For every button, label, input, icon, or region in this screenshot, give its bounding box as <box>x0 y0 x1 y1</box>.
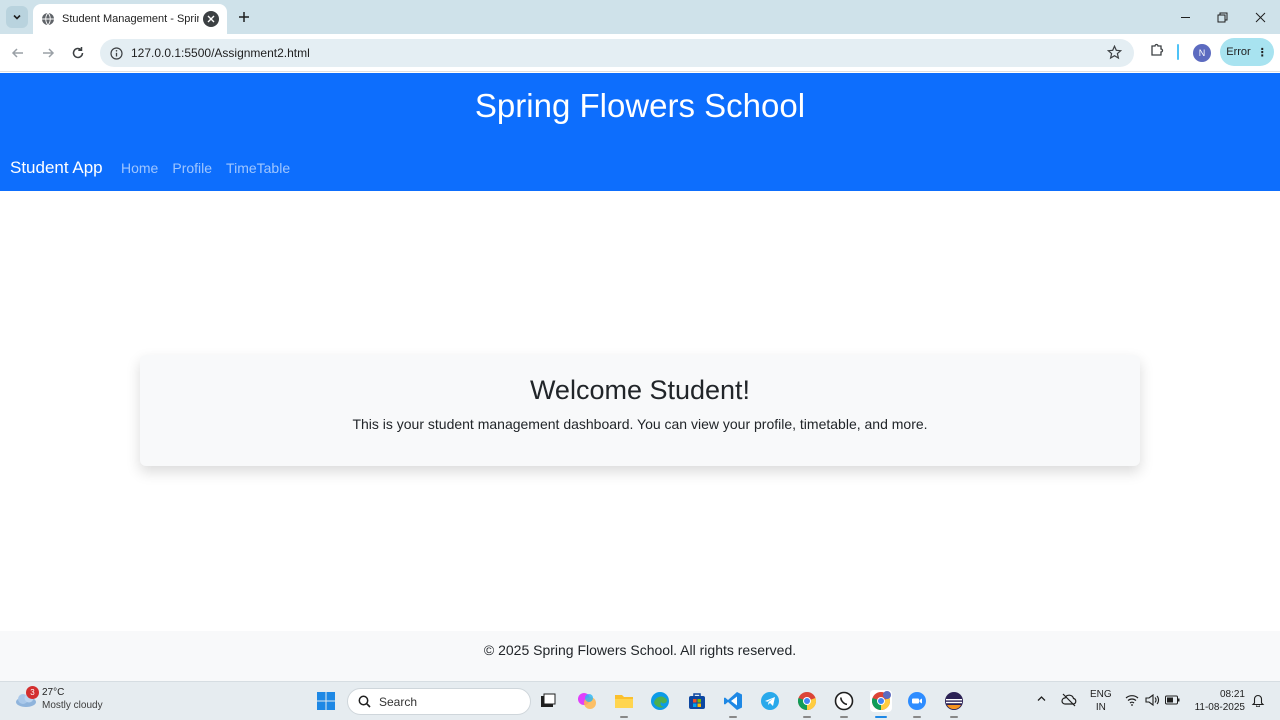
language-indicator[interactable]: ENG IN <box>1090 688 1112 714</box>
microsoft-store-icon[interactable] <box>686 690 708 712</box>
puzzle-icon <box>1151 43 1164 56</box>
active-indicator <box>875 716 887 718</box>
task-view-icon[interactable] <box>537 690 559 712</box>
toolbar-divider <box>1177 44 1179 60</box>
more-vert-icon: ⋮ <box>1256 46 1268 59</box>
minimize-icon <box>1180 16 1190 18</box>
close-icon <box>207 15 215 23</box>
language-code: ENG <box>1090 689 1112 700</box>
new-tab-button[interactable] <box>234 7 254 27</box>
site-header: Spring Flowers School Student App Home P… <box>0 73 1280 191</box>
reload-button[interactable] <box>67 42 89 64</box>
forward-button[interactable] <box>37 42 59 64</box>
back-button[interactable] <box>7 42 29 64</box>
profile-avatar[interactable]: N <box>1193 44 1211 62</box>
chrome-profile-icon[interactable] <box>870 690 892 718</box>
nav-link-home[interactable]: Home <box>121 160 158 176</box>
welcome-card: Welcome Student! This is your student ma… <box>140 355 1140 466</box>
globe-icon <box>42 12 54 26</box>
chevron-down-icon <box>13 14 21 20</box>
browser-toolbar: 127.0.0.1:5500/Assignment2.html N Error … <box>0 34 1280 72</box>
info-icon[interactable] <box>110 46 123 60</box>
clock-time: 08:21 <box>1219 689 1245 700</box>
edge-browser-icon[interactable] <box>649 690 671 712</box>
browser-error-menu-button[interactable]: Error ⋮ <box>1220 38 1274 66</box>
close-icon <box>1255 12 1265 22</box>
copilot-icon[interactable] <box>576 690 598 712</box>
nav-link-timetable[interactable]: TimeTable <box>226 160 290 176</box>
running-indicator <box>840 716 848 718</box>
site-title: Spring Flowers School <box>474 87 806 124</box>
error-label: Error <box>1226 46 1251 58</box>
running-indicator <box>620 716 628 718</box>
extensions-button[interactable] <box>1149 42 1165 63</box>
taskbar-search-label: Search <box>379 694 418 709</box>
file-explorer-icon[interactable] <box>613 690 635 718</box>
bookmark-star-icon[interactable] <box>1107 45 1122 60</box>
whatsapp-icon[interactable] <box>833 690 855 718</box>
weather-alert-badge: 3 <box>26 686 39 699</box>
running-indicator <box>803 716 811 718</box>
system-clock[interactable]: 08:21 11-08-2025 <box>1190 688 1245 714</box>
browser-tab-strip: Student Management - Sprint 2 <box>0 0 1280 34</box>
arrow-left-icon <box>11 48 23 58</box>
tab-title: Student Management - Sprint 2 <box>62 13 199 25</box>
notifications-icon[interactable] <box>1251 693 1265 710</box>
weather-condition: Mostly cloudy <box>42 700 103 711</box>
welcome-heading: Welcome Student! <box>529 375 751 405</box>
weather-widget[interactable]: 3 27°C Mostly cloudy <box>14 686 103 712</box>
address-url: 127.0.0.1:5500/Assignment2.html <box>131 46 310 60</box>
running-indicator <box>913 716 921 718</box>
chrome-icon[interactable] <box>796 690 818 718</box>
minimize-window-button[interactable] <box>1172 6 1198 28</box>
chevron-up-icon <box>1037 696 1046 701</box>
show-hidden-icons-button[interactable] <box>1036 693 1047 707</box>
volume-icon[interactable] <box>1145 693 1160 709</box>
clock-date: 11-08-2025 <box>1194 702 1245 713</box>
arrow-right-icon <box>43 48 55 58</box>
site-footer: © 2025 Spring Flowers School. All rights… <box>0 631 1280 681</box>
running-indicator <box>729 716 737 718</box>
footer-copyright: © 2025 Spring Flowers School. All rights… <box>483 642 797 658</box>
cloud-icon: 3 <box>14 686 39 708</box>
running-indicator <box>950 716 958 718</box>
wifi-icon[interactable] <box>1125 694 1139 709</box>
main-nav: Home Profile TimeTable <box>121 160 290 176</box>
navbar-brand-link[interactable]: Student App <box>10 158 103 178</box>
close-window-button[interactable] <box>1247 6 1273 28</box>
nav-link-profile[interactable]: Profile <box>172 160 212 176</box>
browser-tab-active[interactable]: Student Management - Sprint 2 <box>33 4 227 34</box>
welcome-text: This is your student management dashboar… <box>352 416 928 432</box>
address-bar[interactable]: 127.0.0.1:5500/Assignment2.html <box>100 39 1134 67</box>
tab-close-button[interactable] <box>203 11 219 27</box>
language-region: IN <box>1095 702 1106 713</box>
weather-temperature: 27°C <box>42 687 65 698</box>
taskbar-search-box[interactable]: Search <box>347 688 531 715</box>
windows-start-icon[interactable] <box>315 690 337 712</box>
battery-icon[interactable] <box>1165 695 1180 708</box>
eclipse-icon[interactable] <box>943 690 965 718</box>
zoom-icon[interactable] <box>906 690 928 718</box>
plus-icon <box>239 12 249 22</box>
search-icon <box>358 695 371 708</box>
reload-icon <box>72 47 84 59</box>
telegram-icon[interactable] <box>759 690 781 712</box>
tab-search-button[interactable] <box>6 6 28 28</box>
cloud-sync-icon[interactable] <box>1061 693 1077 710</box>
vscode-icon[interactable] <box>722 690 744 718</box>
windows-taskbar: 3 27°C Mostly cloudy Search ENG IN 08:21… <box>0 681 1280 720</box>
restore-icon <box>1217 12 1227 22</box>
restore-window-button[interactable] <box>1209 6 1235 28</box>
